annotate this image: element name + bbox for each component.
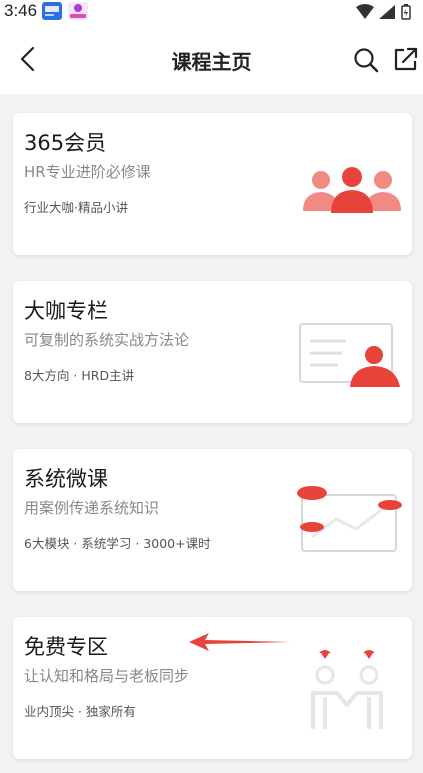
course-card-system-microcourse[interactable]: 系统微课 用案例传递系统知识 6大模块 · 系统学习 · 3000+课时 — [13, 449, 412, 591]
status-bar: 3:46 — [0, 0, 423, 24]
app-bar: 课程主页 — [0, 24, 423, 94]
external-share-icon — [394, 47, 418, 71]
system-status-icons — [356, 4, 411, 20]
share-button[interactable] — [392, 45, 420, 73]
course-card-membership[interactable]: 365会员 HR专业进阶必修课 行业大咖·精品小讲 — [13, 113, 412, 255]
card-subtitle: 可复制的系统实战方法论 — [24, 331, 190, 349]
card-subtitle: HR专业进阶必修课 — [24, 163, 151, 181]
card-title: 365会员 — [24, 131, 107, 155]
card-tags: 8大方向 · HRD主讲 — [24, 368, 135, 383]
card-tags: 6大模块 · 系统学习 · 3000+课时 — [24, 536, 211, 551]
annotation-arrow — [189, 633, 291, 651]
free-gift-people-icon — [311, 650, 383, 729]
presenter-board-icon — [299, 323, 400, 387]
card-subtitle: 用案例传递系统知识 — [24, 499, 160, 517]
card-tags: 行业大咖·精品小讲 — [24, 200, 128, 215]
growth-chart-icon — [297, 486, 402, 552]
notification-app-icon-2 — [68, 2, 88, 20]
card-subtitle: 让认知和格局与老板同步 — [24, 667, 190, 685]
search-button[interactable] — [352, 46, 380, 74]
card-title: 免费专区 — [24, 635, 108, 659]
group-people-icon — [303, 167, 401, 213]
card-tags: 业内顶尖 · 独家所有 — [24, 704, 136, 719]
search-icon — [354, 48, 379, 73]
card-title: 大咖专栏 — [24, 299, 108, 323]
status-time: 3:46 — [4, 1, 38, 20]
card-title: 系统微课 — [24, 467, 108, 491]
course-card-expert-column[interactable]: 大咖专栏 可复制的系统实战方法论 8大方向 · HRD主讲 — [13, 281, 412, 423]
notification-app-icon — [42, 2, 62, 20]
